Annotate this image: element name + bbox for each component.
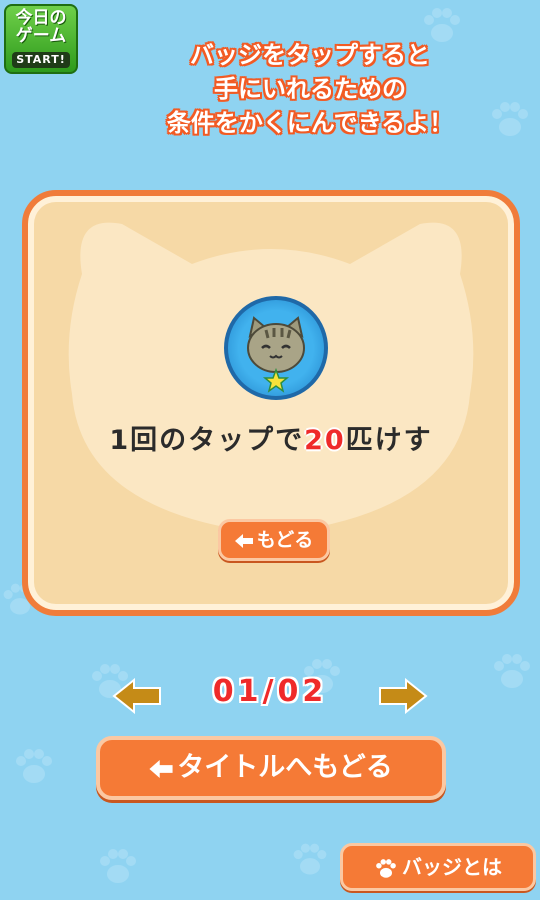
paw-icon [376,858,396,878]
back-button[interactable]: もどる [218,519,330,561]
left-arrow-icon [149,759,173,778]
todays-game-line1: 今日の [15,8,67,28]
left-arrow-icon [234,533,253,548]
instruction-headline: バッジをタップすると 手にいれるための 条件をかくにんできるよ！ [90,38,530,140]
todays-game-button[interactable]: 今日の ゲーム START! [4,4,78,74]
back-to-title-label: タイトルへもどる [177,752,393,783]
about-badges-button[interactable]: バッジとは [340,843,536,891]
headline-line-3: 条件をかくにんできるよ！ [166,109,454,137]
about-badges-label: バッジとは [402,855,502,879]
page-indicator: 01/02 [180,674,360,709]
todays-game-line2: ゲーム [15,26,67,46]
back-to-title-button[interactable]: タイトルへもどる [96,736,446,800]
page-total: 02 [277,674,328,709]
next-page-arrow[interactable] [378,678,428,714]
headline-line-2: 手にいれるための [214,75,406,103]
page-current: 01 [212,674,263,709]
back-button-label: もどる [256,529,314,551]
badge-detail-panel: 1回のタップで20匹けす もどる [22,190,520,616]
paw-icon [290,840,330,880]
badge-condition-text: 1回のタップで20匹けす [28,418,514,457]
badge-icon [224,296,328,400]
paw-icon [490,650,534,694]
condition-count: 20 [304,425,346,456]
page-separator: / [262,674,278,709]
condition-suffix: 匹けす [345,425,433,456]
condition-prefix: 1回のタップで [109,425,305,456]
paw-icon [12,745,56,789]
previous-page-arrow[interactable] [112,678,162,714]
start-label: START! [12,52,70,68]
paw-icon [96,845,140,889]
star-icon [262,367,290,393]
headline-line-1: バッジをタップすると [190,41,430,69]
